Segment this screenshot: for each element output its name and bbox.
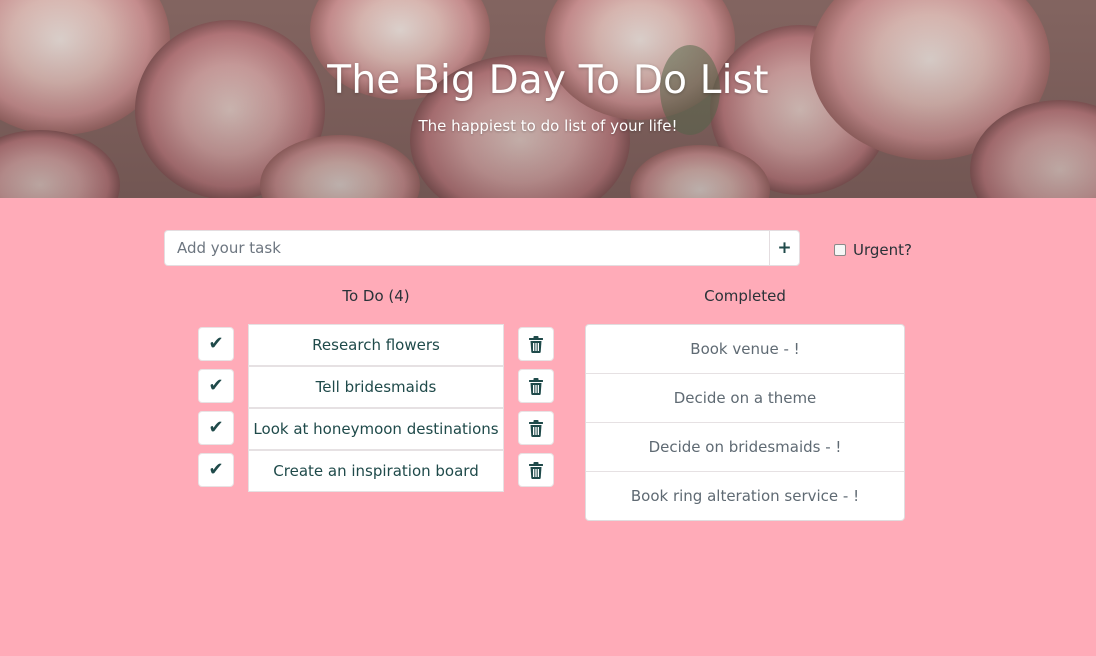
urgent-checkbox[interactable] <box>834 244 846 256</box>
todo-row: ✔ Create an inspiration board <box>197 450 555 492</box>
completed-item: Decide on a theme <box>586 374 904 423</box>
add-task-button[interactable]: + <box>769 230 800 266</box>
page-subtitle: The happiest to do list of your life! <box>418 117 678 135</box>
check-icon: ✔ <box>208 459 224 480</box>
todo-task-label: Tell bridesmaids <box>248 366 504 408</box>
page-title: The Big Day To Do List <box>327 58 769 103</box>
todo-row: ✔ Look at honeymoon destinations <box>197 408 555 450</box>
delete-task-button[interactable] <box>518 327 554 361</box>
complete-task-button[interactable]: ✔ <box>198 411 234 445</box>
add-task-form: + <box>164 230 800 268</box>
todo-task-label: Look at honeymoon destinations <box>248 408 504 450</box>
completed-item: Book ring alteration service - ! <box>630 487 860 505</box>
complete-task-button[interactable]: ✔ <box>198 453 234 487</box>
todo-task-label: Research flowers <box>248 324 504 366</box>
trash-icon <box>529 461 543 479</box>
hero-banner: The Big Day To Do List The happiest to d… <box>0 0 1096 198</box>
check-icon: ✔ <box>208 375 224 396</box>
trash-icon <box>529 377 543 395</box>
check-icon: ✔ <box>208 417 224 438</box>
delete-task-button[interactable] <box>518 369 554 403</box>
trash-icon <box>529 335 543 353</box>
complete-task-button[interactable]: ✔ <box>198 327 234 361</box>
completed-heading: Completed <box>704 287 786 305</box>
urgent-toggle[interactable]: Urgent? <box>834 240 912 260</box>
delete-task-button[interactable] <box>518 411 554 445</box>
todo-row: ✔ Research flowers <box>197 324 555 366</box>
todo-row: ✔ Tell bridesmaids <box>197 366 555 408</box>
todo-heading: To Do (4) <box>342 287 410 305</box>
delete-task-button[interactable] <box>518 453 554 487</box>
complete-task-button[interactable]: ✔ <box>198 369 234 403</box>
trash-icon <box>529 419 543 437</box>
todo-task-label: Create an inspiration board <box>248 450 504 492</box>
completed-item: Book venue - ! <box>586 325 904 374</box>
completed-list: Book venue - ! Decide on a theme Decide … <box>585 324 905 521</box>
urgent-label: Urgent? <box>853 241 912 259</box>
task-input[interactable] <box>164 230 769 266</box>
check-icon: ✔ <box>208 333 224 354</box>
completed-item: Decide on bridesmaids - ! <box>586 423 904 472</box>
